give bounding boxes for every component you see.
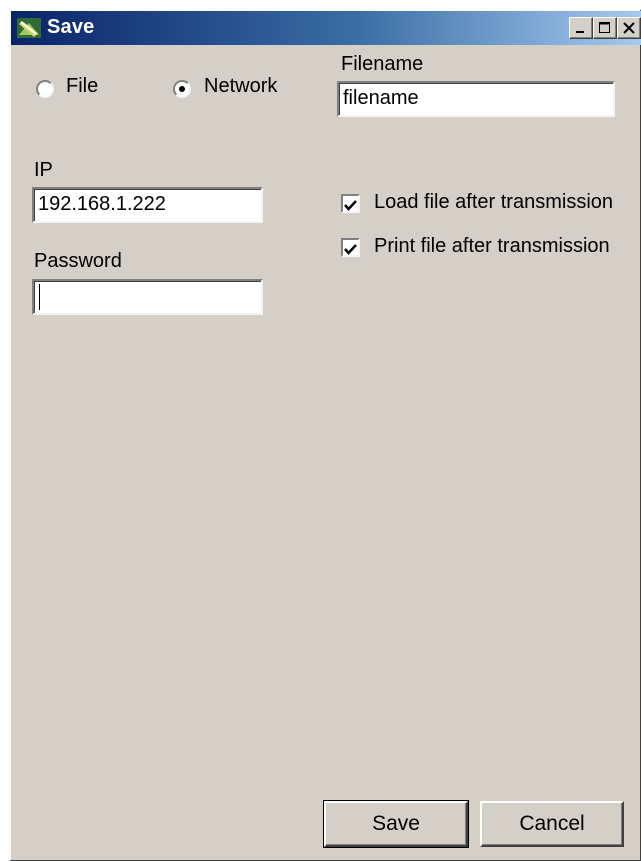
ip-input[interactable]: 192.168.1.222	[32, 187, 263, 223]
save-button[interactable]: Save	[323, 800, 469, 848]
radio-file[interactable]	[36, 80, 54, 98]
checkmark-icon	[344, 244, 357, 255]
cancel-button-label: Cancel	[519, 812, 585, 835]
minimize-icon	[576, 31, 584, 33]
load-after-transmission-label[interactable]: Load file after transmission	[374, 191, 613, 214]
close-icon	[623, 22, 635, 34]
maximize-icon	[599, 22, 610, 33]
ip-label: IP	[34, 159, 53, 181]
password-input[interactable]	[32, 279, 263, 315]
filename-label: Filename	[341, 53, 424, 75]
checkmark-icon	[344, 200, 357, 211]
radio-network[interactable]	[173, 80, 191, 98]
ip-value: 192.168.1.222	[38, 193, 166, 215]
filename-input[interactable]: filename	[337, 81, 615, 117]
radio-network-dot	[179, 86, 185, 92]
print-after-transmission-checkbox[interactable]	[341, 238, 360, 257]
minimize-button[interactable]	[569, 17, 593, 39]
radio-file-label[interactable]: File	[66, 75, 98, 98]
save-dialog: Save File Network Filename filename IP 1…	[9, 9, 641, 861]
print-after-transmission-label[interactable]: Print file after transmission	[374, 235, 610, 258]
load-after-transmission-checkbox[interactable]	[341, 194, 360, 213]
text-caret	[39, 283, 40, 310]
password-label: Password	[34, 250, 122, 272]
window-title: Save	[47, 16, 95, 38]
radio-network-label[interactable]: Network	[204, 75, 277, 98]
close-button[interactable]	[617, 17, 641, 39]
save-button-label: Save	[372, 812, 420, 835]
app-icon	[17, 18, 41, 38]
title-bar[interactable]: Save	[11, 11, 641, 45]
cancel-button[interactable]: Cancel	[480, 801, 624, 847]
filename-value: filename	[343, 87, 419, 109]
maximize-button[interactable]	[593, 17, 617, 39]
